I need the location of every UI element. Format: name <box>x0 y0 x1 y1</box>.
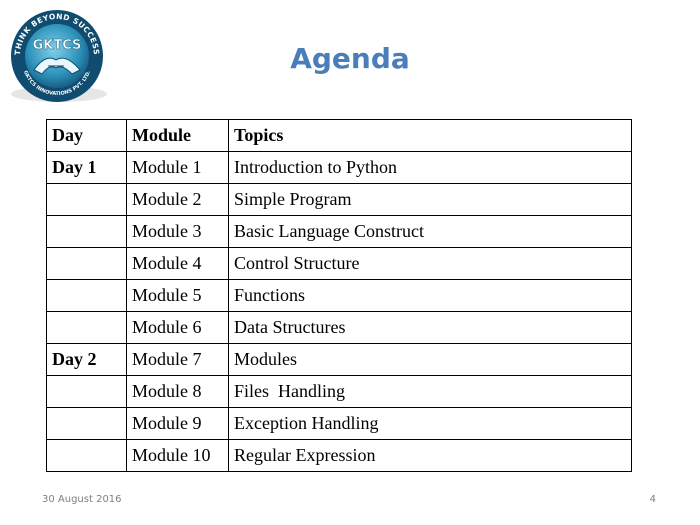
module-cell: Module 10 <box>126 439 229 472</box>
module-cell: Module 3 <box>126 215 229 248</box>
header-module: Module <box>126 119 229 152</box>
module-cell: Module 5 <box>126 279 229 312</box>
table-row: Module 2 Simple Program <box>46 183 632 216</box>
table-row: Module 3 Basic Language Construct <box>46 215 632 248</box>
day-cell <box>46 311 127 344</box>
day-cell <box>46 279 127 312</box>
table-row: Day 1 Module 1 Introduction to Python <box>46 151 632 184</box>
topic-cell: Data Structures <box>228 311 632 344</box>
footer-date: 30 August 2016 <box>42 494 122 505</box>
table-row: Module 5 Functions <box>46 279 632 312</box>
topic-cell: Modules <box>228 343 632 376</box>
day-cell <box>46 439 127 472</box>
header-topics: Topics <box>228 119 632 152</box>
day-cell: Day 2 <box>46 343 127 376</box>
table-row: Module 8 Files Handling <box>46 375 632 408</box>
day-cell <box>46 215 127 248</box>
table-header-row: Day Module Topics <box>46 119 632 152</box>
day-cell <box>46 407 127 440</box>
module-cell: Module 9 <box>126 407 229 440</box>
table-row: Module 9 Exception Handling <box>46 407 632 440</box>
topic-cell: Simple Program <box>228 183 632 216</box>
module-cell: Module 1 <box>126 151 229 184</box>
page-number: 4 <box>649 494 656 505</box>
module-cell: Module 4 <box>126 247 229 280</box>
topic-cell: Functions <box>228 279 632 312</box>
day-cell <box>46 183 127 216</box>
table-row: Module 4 Control Structure <box>46 247 632 280</box>
table-row: Module 10 Regular Expression <box>46 439 632 472</box>
module-cell: Module 8 <box>126 375 229 408</box>
module-cell: Module 6 <box>126 311 229 344</box>
topic-cell: Files Handling <box>228 375 632 408</box>
topic-cell: Control Structure <box>228 247 632 280</box>
day-cell: Day 1 <box>46 151 127 184</box>
table-row: Module 6 Data Structures <box>46 311 632 344</box>
module-cell: Module 7 <box>126 343 229 376</box>
topic-cell: Basic Language Construct <box>228 215 632 248</box>
agenda-table: Day Module Topics Day 1 Module 1 Introdu… <box>46 119 632 472</box>
module-cell: Module 2 <box>126 183 229 216</box>
day-cell <box>46 375 127 408</box>
day-cell <box>46 247 127 280</box>
topic-cell: Introduction to Python <box>228 151 632 184</box>
topic-cell: Exception Handling <box>228 407 632 440</box>
page-title: Agenda <box>290 42 410 75</box>
header-day: Day <box>46 119 127 152</box>
table-row: Day 2 Module 7 Modules <box>46 343 632 376</box>
topic-cell: Regular Expression <box>228 439 632 472</box>
